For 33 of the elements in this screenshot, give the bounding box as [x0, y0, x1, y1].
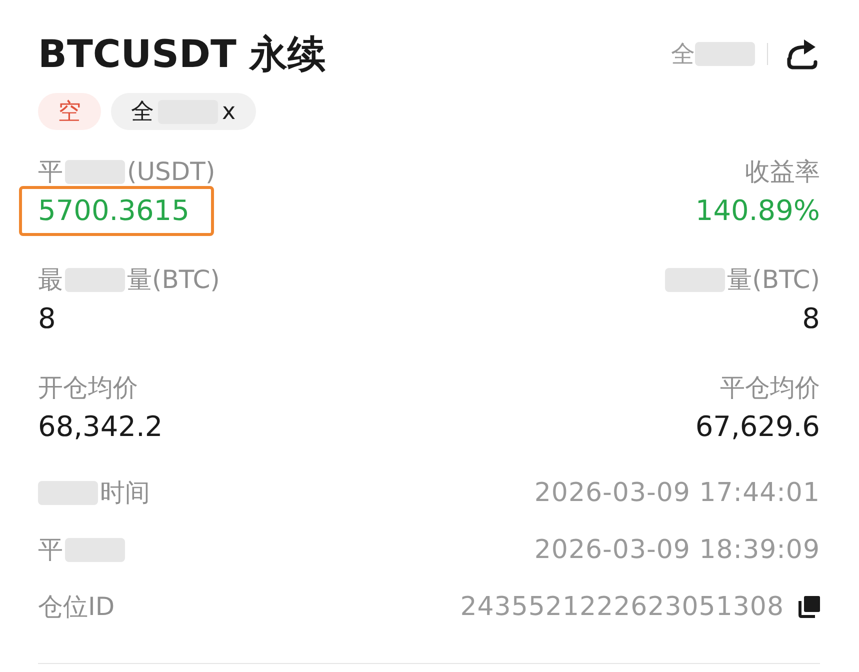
redaction-blur: [38, 480, 98, 504]
stat-label: (USDT): [127, 157, 216, 187]
stat-value: 68,342.2: [38, 409, 163, 445]
detail-value: 2435521222623051308: [460, 590, 784, 622]
stat-label: 平仓均价: [720, 373, 820, 403]
stat-value: 5700.3615: [19, 186, 214, 236]
detail-label: 仓位ID: [38, 592, 115, 622]
stat-label: 平: [38, 157, 63, 187]
detail-value: 2026-03-09 17:44:01: [534, 476, 820, 508]
redaction-blur: [665, 268, 726, 292]
detail-label: 时间: [100, 478, 150, 508]
side-tag: 空: [38, 93, 101, 130]
stat-label: 开仓均价: [38, 373, 138, 403]
stat-label: 量(BTC): [127, 265, 220, 295]
page-title: BTCUSDT 永续: [38, 31, 326, 77]
stat-label: 量(BTC): [727, 265, 820, 295]
stat-label: 收益率: [745, 157, 820, 187]
redaction-blur: [65, 160, 125, 184]
redaction-blur: [695, 42, 755, 66]
stat-value: 140.89%: [695, 193, 820, 229]
redaction-blur: [65, 268, 125, 292]
detail-label: 平: [38, 534, 63, 564]
tag-label: x: [222, 98, 236, 126]
stat-value: 8: [38, 301, 56, 337]
share-icon: [785, 37, 819, 71]
stat-label: 最: [38, 265, 63, 295]
stat-value: 67,629.6: [695, 409, 820, 445]
tag-label: 全: [131, 98, 154, 126]
copy-icon[interactable]: [798, 596, 820, 618]
detail-value: 2026-03-09 18:39:09: [534, 534, 820, 566]
stat-value: 8: [802, 301, 820, 337]
filter-button[interactable]: 全: [671, 39, 755, 69]
redaction-blur: [65, 538, 125, 562]
